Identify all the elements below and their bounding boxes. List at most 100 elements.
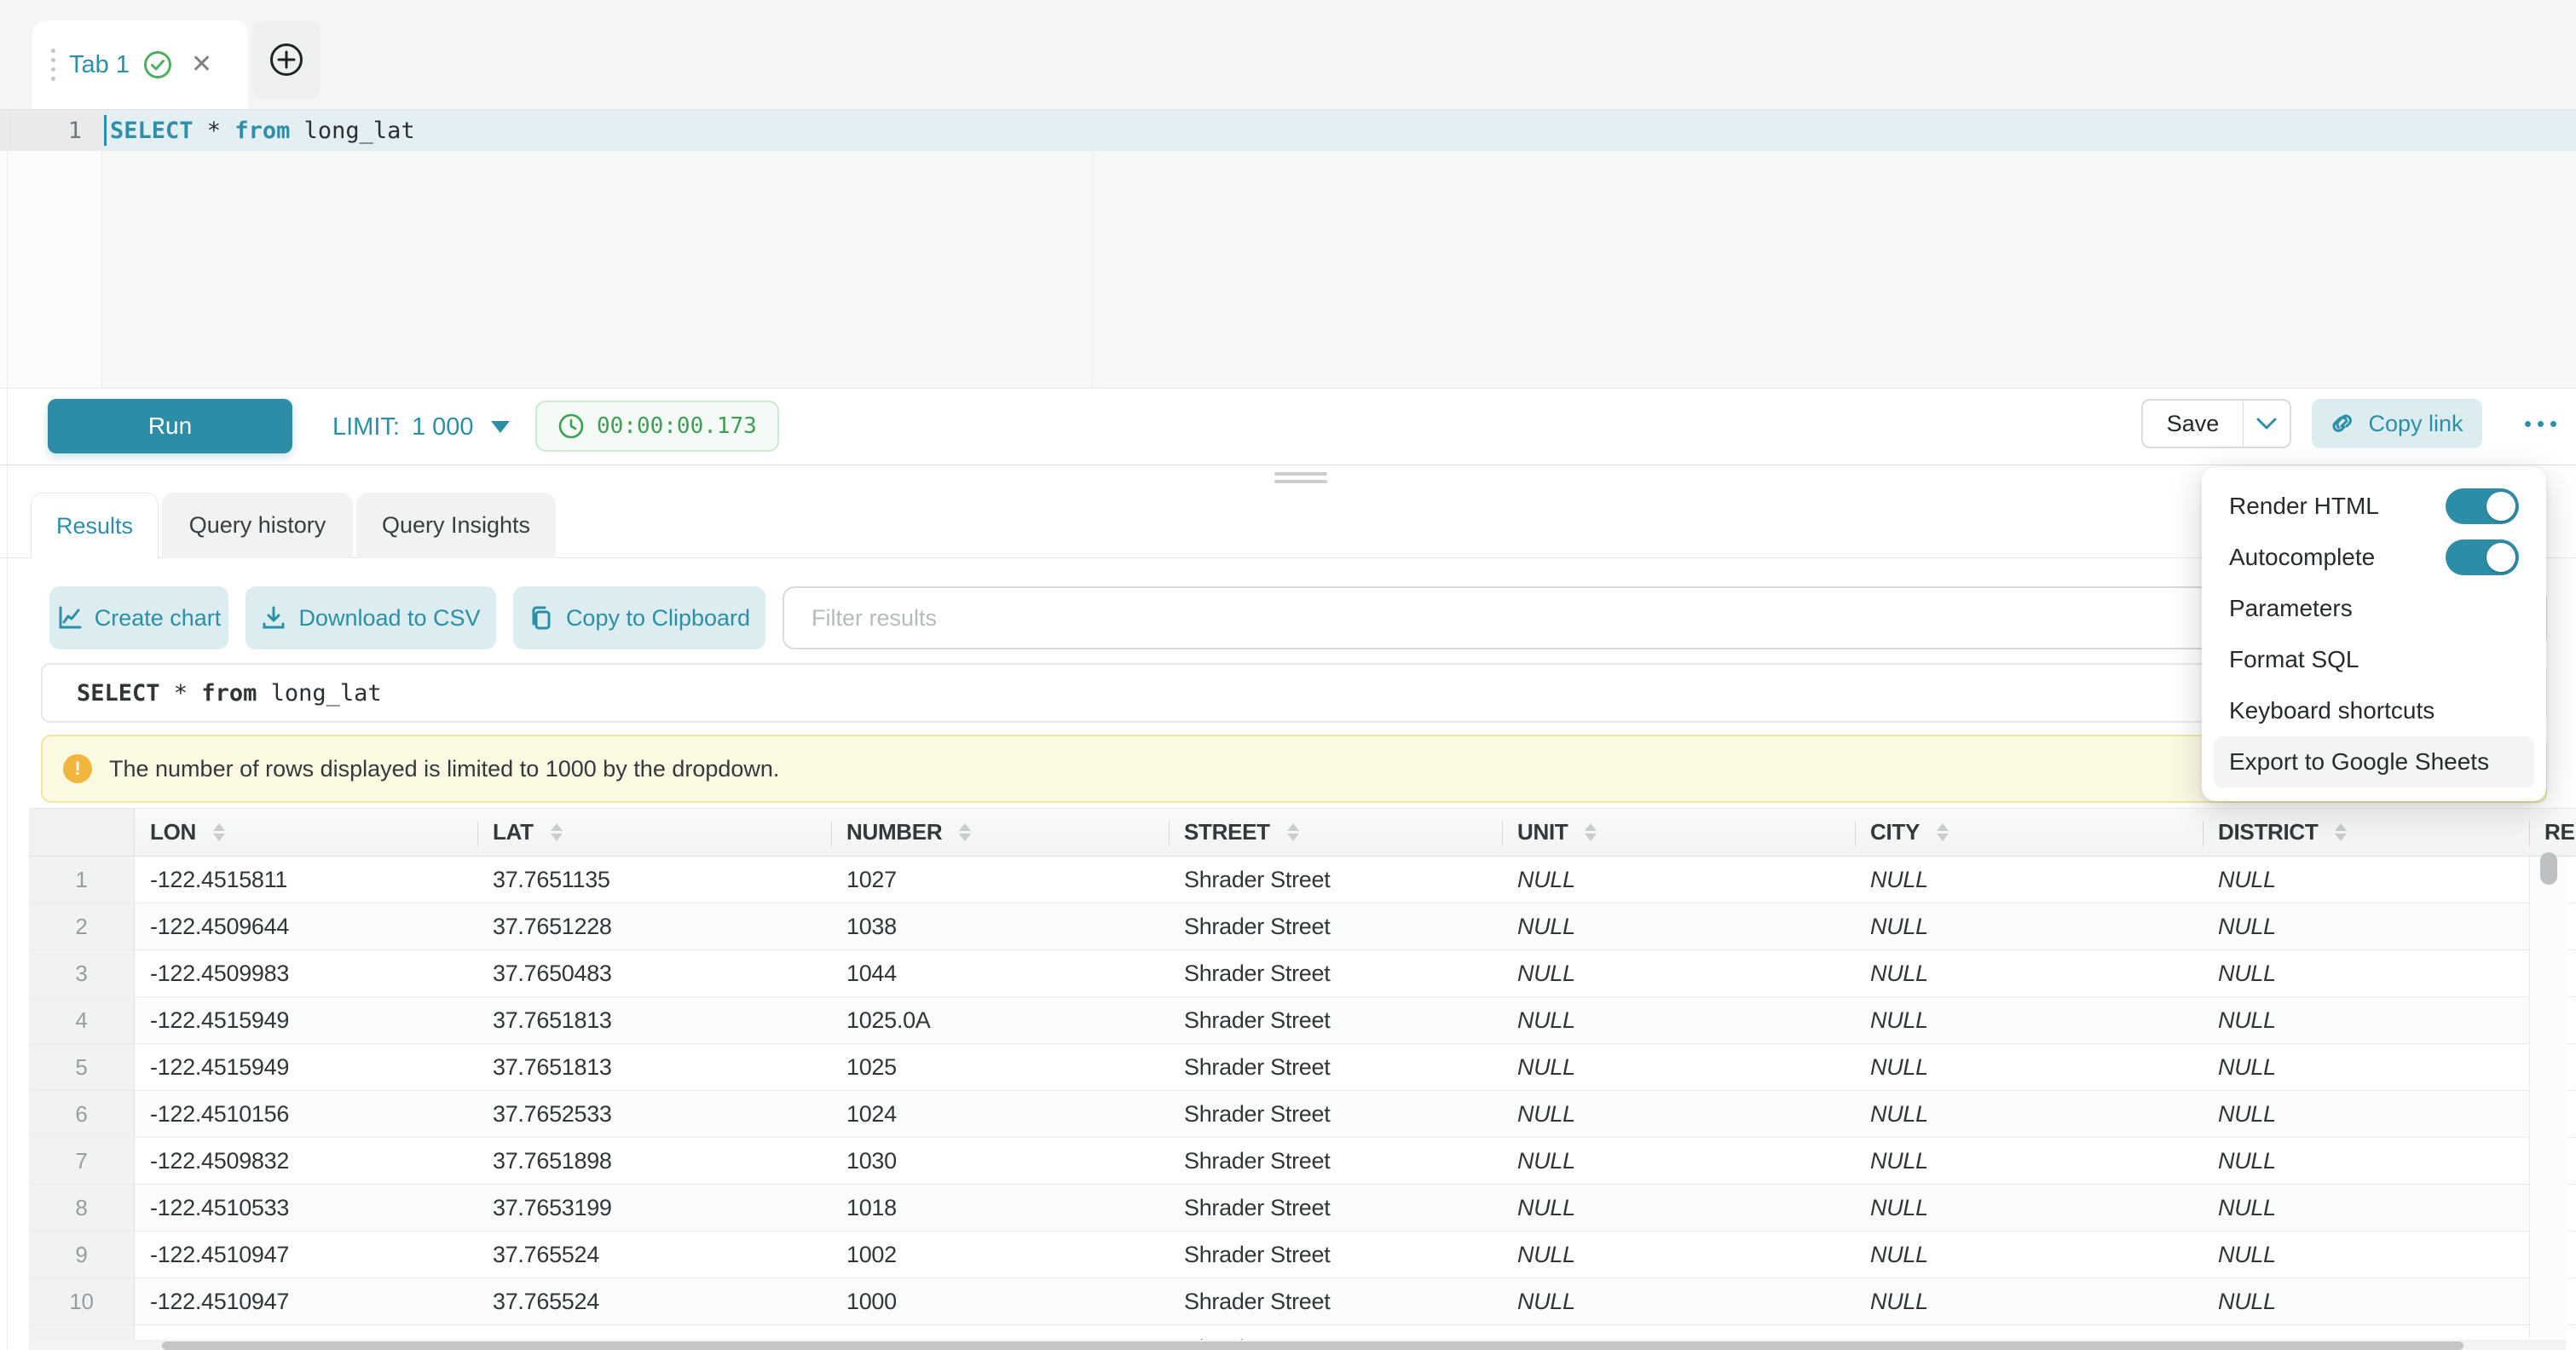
download-csv-button[interactable]: Download to CSV	[245, 586, 496, 649]
download-csv-label: Download to CSV	[298, 605, 480, 632]
sort-icon[interactable]	[1287, 823, 1299, 841]
cell-street: Shrader Street	[1169, 857, 1502, 903]
table-row: 7-122.450983237.76518981030Shrader Stree…	[29, 1138, 2576, 1185]
save-options-button[interactable]	[2244, 401, 2290, 447]
row-index: 2	[29, 903, 135, 949]
table-row: 8-122.451053337.76531991018Shrader Stree…	[29, 1185, 2576, 1232]
editor-content-divider	[1092, 151, 1093, 388]
cell-lat: 37.765524	[477, 1232, 831, 1278]
horizontal-scrollbar-thumb[interactable]	[162, 1341, 2463, 1350]
run-toolbar: Run LIMIT: 1 000 00:00:00.173 Save Copy …	[0, 388, 2576, 464]
cell-street: Shrader Street	[1169, 950, 1502, 996]
cell-district: NULL	[2203, 903, 2529, 949]
tab-results[interactable]: Results	[31, 493, 159, 559]
column-label: LON	[150, 819, 196, 845]
ellipsis-icon	[2525, 421, 2531, 427]
cell-lat: 37.7652533	[477, 1091, 831, 1137]
cell-city: NULL	[1855, 1185, 2203, 1231]
query-tab[interactable]: Tab 1 ✕	[32, 20, 248, 109]
cell-city: NULL	[1855, 997, 2203, 1043]
cell-unit: NULL	[1502, 950, 1855, 996]
cell-unit: NULL	[1502, 1278, 1855, 1324]
toggle-knob	[2486, 543, 2515, 572]
link-icon	[2331, 410, 2358, 437]
create-chart-button[interactable]: Create chart	[49, 586, 228, 649]
cell-district: NULL	[2203, 1138, 2529, 1184]
run-button[interactable]: Run	[48, 399, 292, 453]
cell-street: Shrader Street	[1169, 1278, 1502, 1324]
limit-dropdown[interactable]: LIMIT: 1 000	[332, 389, 510, 465]
create-chart-label: Create chart	[95, 605, 222, 632]
sort-icon[interactable]	[2335, 823, 2347, 841]
sort-icon[interactable]	[213, 823, 225, 841]
cell-city: NULL	[1855, 950, 2203, 996]
menu-item-autocomplete[interactable]: Autocomplete	[2214, 532, 2534, 583]
row-index: 6	[29, 1091, 135, 1137]
editor-gutter	[0, 110, 102, 388]
sql-operator: *	[193, 118, 235, 144]
cell-unit: NULL	[1502, 1185, 1855, 1231]
render-html-toggle[interactable]	[2446, 488, 2519, 524]
column-header-number[interactable]: NUMBER	[831, 809, 1169, 856]
sql-code-editor[interactable]: 1 SELECT * from long_lat	[0, 109, 2576, 388]
cell-lon: -122.4510156	[135, 1091, 477, 1137]
table-body: 1-122.451581137.76511351027Shrader Stree…	[29, 857, 2576, 1350]
cell-street: Shrader Street	[1169, 1185, 1502, 1231]
column-header-street[interactable]: STREET	[1169, 809, 1502, 856]
cell-unit: NULL	[1502, 1091, 1855, 1137]
autocomplete-toggle[interactable]	[2446, 539, 2519, 575]
table-row: 6-122.451015637.76525331024Shrader Stree…	[29, 1091, 2576, 1138]
cell-street: Shrader Street	[1169, 1044, 1502, 1090]
tab-query-history[interactable]: Query history	[162, 493, 353, 558]
column-header-lon[interactable]: LON	[135, 809, 477, 856]
save-button[interactable]: Save	[2143, 401, 2243, 447]
table-row: 9-122.451094737.7655241002Shrader Street…	[29, 1232, 2576, 1278]
table-row: 1-122.451581137.76511351027Shrader Stree…	[29, 857, 2576, 903]
cell-number: 1018	[831, 1185, 1169, 1231]
add-tab-button[interactable]	[252, 20, 321, 99]
cell-unit: NULL	[1502, 997, 1855, 1043]
copy-clipboard-button[interactable]: Copy to Clipboard	[513, 586, 765, 649]
menu-item-parameters[interactable]: Parameters	[2214, 583, 2534, 634]
tab-success-icon	[143, 50, 172, 79]
sort-icon[interactable]	[959, 823, 971, 841]
close-tab-icon[interactable]: ✕	[191, 52, 212, 78]
sql-editor-app: Tab 1 ✕ 1 SELECT * from long_lat Run LIM…	[0, 0, 2576, 1350]
column-header-lat[interactable]: LAT	[477, 809, 831, 856]
menu-item-keyboard-shortcuts[interactable]: Keyboard shortcuts	[2214, 685, 2534, 736]
cell-district: NULL	[2203, 857, 2529, 903]
more-options-button[interactable]	[2513, 399, 2567, 448]
column-header-unit[interactable]: UNIT	[1502, 809, 1855, 856]
text-cursor	[104, 115, 107, 146]
cell-lat: 37.7651135	[477, 857, 831, 903]
sort-icon[interactable]	[551, 823, 563, 841]
warning-text: The number of rows displayed is limited …	[109, 756, 779, 782]
column-header-re[interactable]: RE	[2529, 809, 2576, 856]
cell-lon: -122.4510533	[135, 1185, 477, 1231]
menu-item-export-to-google-sheets[interactable]: Export to Google Sheets	[2214, 736, 2534, 788]
query-tab-strip: Tab 1 ✕	[0, 0, 2576, 109]
drag-handle-icon[interactable]	[51, 49, 55, 81]
cell-street: Shrader Street	[1169, 1091, 1502, 1137]
menu-item-format-sql[interactable]: Format SQL	[2214, 634, 2534, 685]
editor-active-line[interactable]: 1 SELECT * from long_lat	[0, 110, 2576, 151]
cell-number: 1000	[831, 1278, 1169, 1324]
column-header-city[interactable]: CITY	[1855, 809, 2203, 856]
column-header-district[interactable]: DISTRICT	[2203, 809, 2529, 856]
column-label: NUMBER	[846, 819, 942, 845]
sort-icon[interactable]	[1937, 823, 1949, 841]
menu-item-render-html[interactable]: Render HTML	[2214, 481, 2534, 532]
vertical-scrollbar-thumb[interactable]	[2540, 852, 2557, 885]
row-index: 1	[29, 857, 135, 903]
pane-resize-handle[interactable]	[1274, 472, 1327, 483]
code-line[interactable]: SELECT * from long_lat	[102, 110, 2576, 151]
sort-icon[interactable]	[1585, 823, 1597, 841]
cell-lon: -122.4515949	[135, 997, 477, 1043]
cell-number: 1030	[831, 1138, 1169, 1184]
row-index: 3	[29, 950, 135, 996]
copy-link-button[interactable]: Copy link	[2312, 399, 2482, 448]
tab-query-insights[interactable]: Query Insights	[356, 493, 556, 558]
pane-divider	[0, 464, 2576, 465]
timer-value: 00:00:00.173	[597, 413, 757, 439]
menu-item-label: Autocomplete	[2229, 544, 2375, 571]
